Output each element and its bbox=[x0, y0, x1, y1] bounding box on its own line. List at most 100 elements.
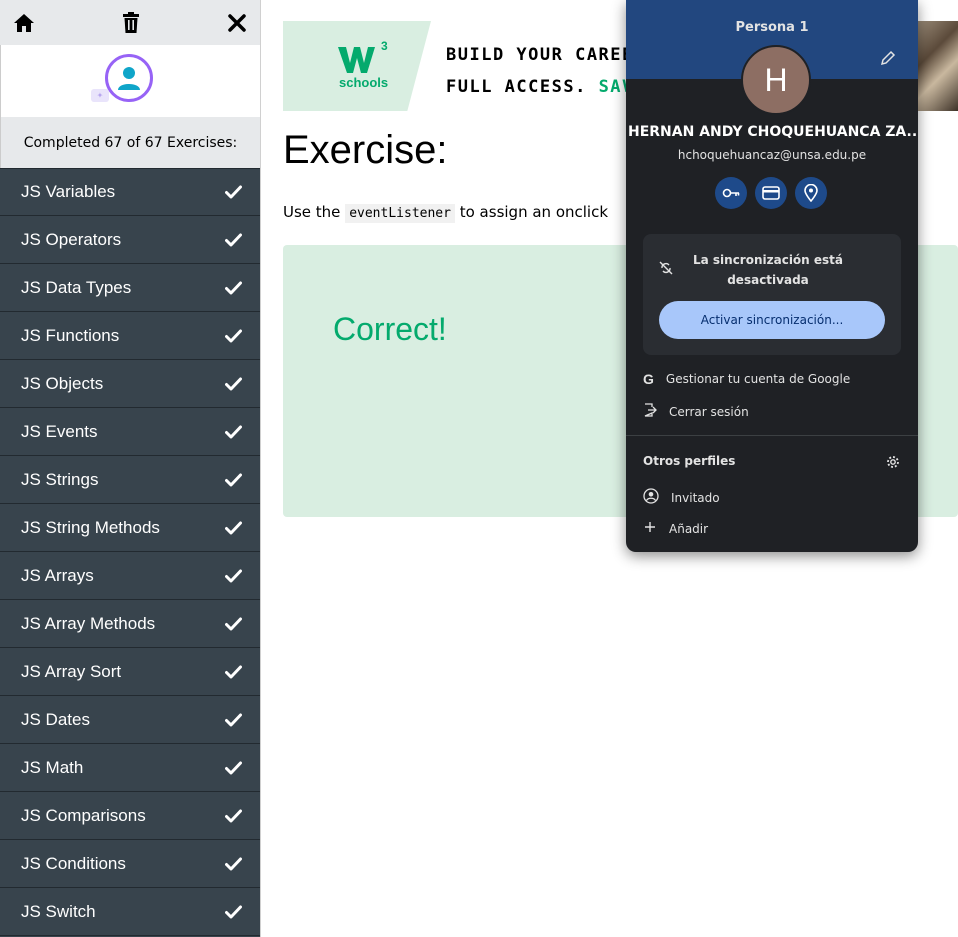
sync-status: La sincronización está desactivada bbox=[683, 250, 853, 290]
sidebar-exercise-item[interactable]: JS Variables bbox=[0, 168, 260, 216]
user-avatar-area: ✦ bbox=[0, 45, 260, 117]
sync-status-line-2: desactivada bbox=[727, 273, 809, 287]
instruction-pre: Use the bbox=[283, 203, 341, 221]
completed-count: Completed 67 of 67 Exercises: bbox=[0, 117, 260, 168]
checkmark-icon bbox=[224, 615, 242, 633]
banner-headline: BUILD YOUR CAREE FULL ACCESS. SAV bbox=[446, 39, 634, 103]
payment-card-icon[interactable] bbox=[755, 177, 787, 209]
exercise-label: JS Objects bbox=[21, 373, 104, 393]
sidebar-exercise-item[interactable]: JS Objects bbox=[0, 360, 260, 408]
close-icon[interactable] bbox=[224, 10, 250, 36]
exercise-list: JS Variables JS Operators JS Data Types JS … bbox=[0, 168, 260, 936]
exercise-label: JS Conditions bbox=[21, 853, 126, 873]
sidebar-exercise-item[interactable]: JS Data Types bbox=[0, 264, 260, 312]
logo-wordmark: schools bbox=[339, 75, 389, 90]
exercise-label: JS Strings bbox=[21, 469, 99, 489]
checkmark-icon bbox=[224, 327, 242, 345]
exercise-label: JS Dates bbox=[21, 709, 90, 729]
banner-line-2-prefix: FULL ACCESS. bbox=[446, 77, 599, 97]
sidebar-exercise-item[interactable]: JS Switch bbox=[0, 888, 260, 936]
sidebar-exercise-item[interactable]: JS Operators bbox=[0, 216, 260, 264]
add-label: Añadir bbox=[669, 521, 709, 536]
sidebar-exercise-item[interactable]: JS Conditions bbox=[0, 840, 260, 888]
checkmark-icon bbox=[224, 375, 242, 393]
exercise-label: JS String Methods bbox=[21, 517, 160, 537]
manage-account-link[interactable]: G Gestionar tu cuenta de Google bbox=[643, 371, 850, 387]
sync-status-line-1: La sincronización está bbox=[692, 253, 844, 267]
profile-email: hchoquehuancaz@unsa.edu.pe bbox=[677, 148, 867, 162]
exercise-sidebar: ✦ Completed 67 of 67 Exercises: JS Varia… bbox=[0, 0, 261, 937]
exercise-label: JS Array Sort bbox=[21, 661, 122, 681]
checkmark-icon bbox=[224, 183, 242, 201]
guest-avatar-icon bbox=[643, 488, 659, 507]
checkmark-icon bbox=[224, 855, 242, 873]
password-key-icon[interactable] bbox=[715, 177, 747, 209]
checkmark-icon bbox=[224, 807, 242, 825]
checkmark-icon bbox=[224, 279, 242, 297]
profile-menu: Persona 1 H HERNAN ANDY CHOQUEHUANCA ZA.… bbox=[626, 0, 918, 552]
checkmark-icon bbox=[224, 759, 242, 777]
guest-profile-item[interactable]: Invitado bbox=[643, 488, 720, 507]
checkmark-icon bbox=[224, 519, 242, 537]
sidebar-exercise-item[interactable]: JS String Methods bbox=[0, 504, 260, 552]
sidebar-exercise-item[interactable]: JS Dates bbox=[0, 696, 260, 744]
checkmark-icon bbox=[224, 903, 242, 921]
sidebar-exercise-item[interactable]: JS Array Methods bbox=[0, 600, 260, 648]
other-profiles-heading: Otros perfiles bbox=[643, 454, 736, 468]
home-icon[interactable] bbox=[11, 10, 37, 36]
sidebar-exercise-item[interactable]: JS Array Sort bbox=[0, 648, 260, 696]
checkmark-icon bbox=[224, 663, 242, 681]
sidebar-exercise-item[interactable]: JS Functions bbox=[0, 312, 260, 360]
trash-icon[interactable] bbox=[118, 10, 144, 36]
checkmark-icon bbox=[224, 231, 242, 249]
profile-quick-actions bbox=[715, 177, 827, 209]
add-profile-item[interactable]: Añadir bbox=[643, 520, 708, 537]
instruction-code: eventListener bbox=[345, 204, 455, 223]
page-title: Exercise: bbox=[283, 128, 448, 172]
profile-name: HERNAN ANDY CHOQUEHUANCA ZA... bbox=[628, 124, 918, 140]
exercise-label: JS Switch bbox=[21, 901, 96, 921]
sidebar-toolbar bbox=[0, 0, 260, 45]
exercise-label: JS Array Methods bbox=[21, 613, 156, 633]
edit-icon[interactable] bbox=[880, 50, 898, 68]
exercise-label: JS Variables bbox=[21, 182, 116, 201]
checkmark-icon bbox=[224, 711, 242, 729]
exercise-label: JS Operators bbox=[21, 229, 122, 249]
sidebar-exercise-item[interactable]: JS Strings bbox=[0, 456, 260, 504]
profile-persona-label: Persona 1 bbox=[735, 20, 809, 35]
exercise-label: JS Events bbox=[21, 421, 98, 441]
gear-icon[interactable] bbox=[886, 454, 900, 473]
exercise-instruction: Use the eventListener to assign an oncli… bbox=[283, 203, 609, 223]
banner-line-2: FULL ACCESS. SAV bbox=[446, 71, 634, 103]
sign-out-label: Cerrar sesión bbox=[669, 404, 749, 419]
sidebar-exercise-item[interactable]: JS Events bbox=[0, 408, 260, 456]
sidebar-exercise-item[interactable]: JS Math bbox=[0, 744, 260, 792]
exercise-label: JS Functions bbox=[21, 325, 120, 345]
exercise-label: JS Arrays bbox=[21, 565, 94, 585]
badge-icon: ✦ bbox=[91, 89, 109, 102]
w3schools-logo bbox=[338, 43, 386, 79]
divider bbox=[626, 435, 918, 436]
guest-label: Invitado bbox=[671, 490, 720, 505]
exercise-label: JS Math bbox=[21, 757, 84, 777]
user-avatar[interactable] bbox=[105, 54, 153, 102]
profile-avatar: H bbox=[741, 45, 811, 115]
manage-account-label: Gestionar tu cuenta de Google bbox=[665, 372, 851, 386]
enable-sync-button[interactable]: Activar sincronización... bbox=[659, 301, 885, 339]
exercise-label: JS Comparisons bbox=[21, 805, 146, 825]
google-g-icon: G bbox=[643, 371, 654, 387]
sync-off-icon bbox=[659, 260, 673, 279]
banner-line-1: BUILD YOUR CAREE bbox=[446, 45, 634, 65]
checkmark-icon bbox=[224, 567, 242, 585]
sidebar-exercise-item[interactable]: JS Arrays bbox=[0, 552, 260, 600]
instruction-post: to assign an onclick bbox=[459, 203, 609, 221]
plus-icon bbox=[643, 520, 657, 537]
sign-out-icon bbox=[643, 403, 657, 420]
sign-out-link[interactable]: Cerrar sesión bbox=[643, 403, 749, 420]
sidebar-exercise-item[interactable]: JS Comparisons bbox=[0, 792, 260, 840]
checkmark-icon bbox=[224, 471, 242, 489]
sync-card: La sincronización está desactivada Activ… bbox=[643, 234, 901, 355]
location-pin-icon[interactable] bbox=[795, 177, 827, 209]
exercise-label: JS Data Types bbox=[21, 277, 132, 297]
logo-superscript: 3 bbox=[381, 39, 388, 53]
